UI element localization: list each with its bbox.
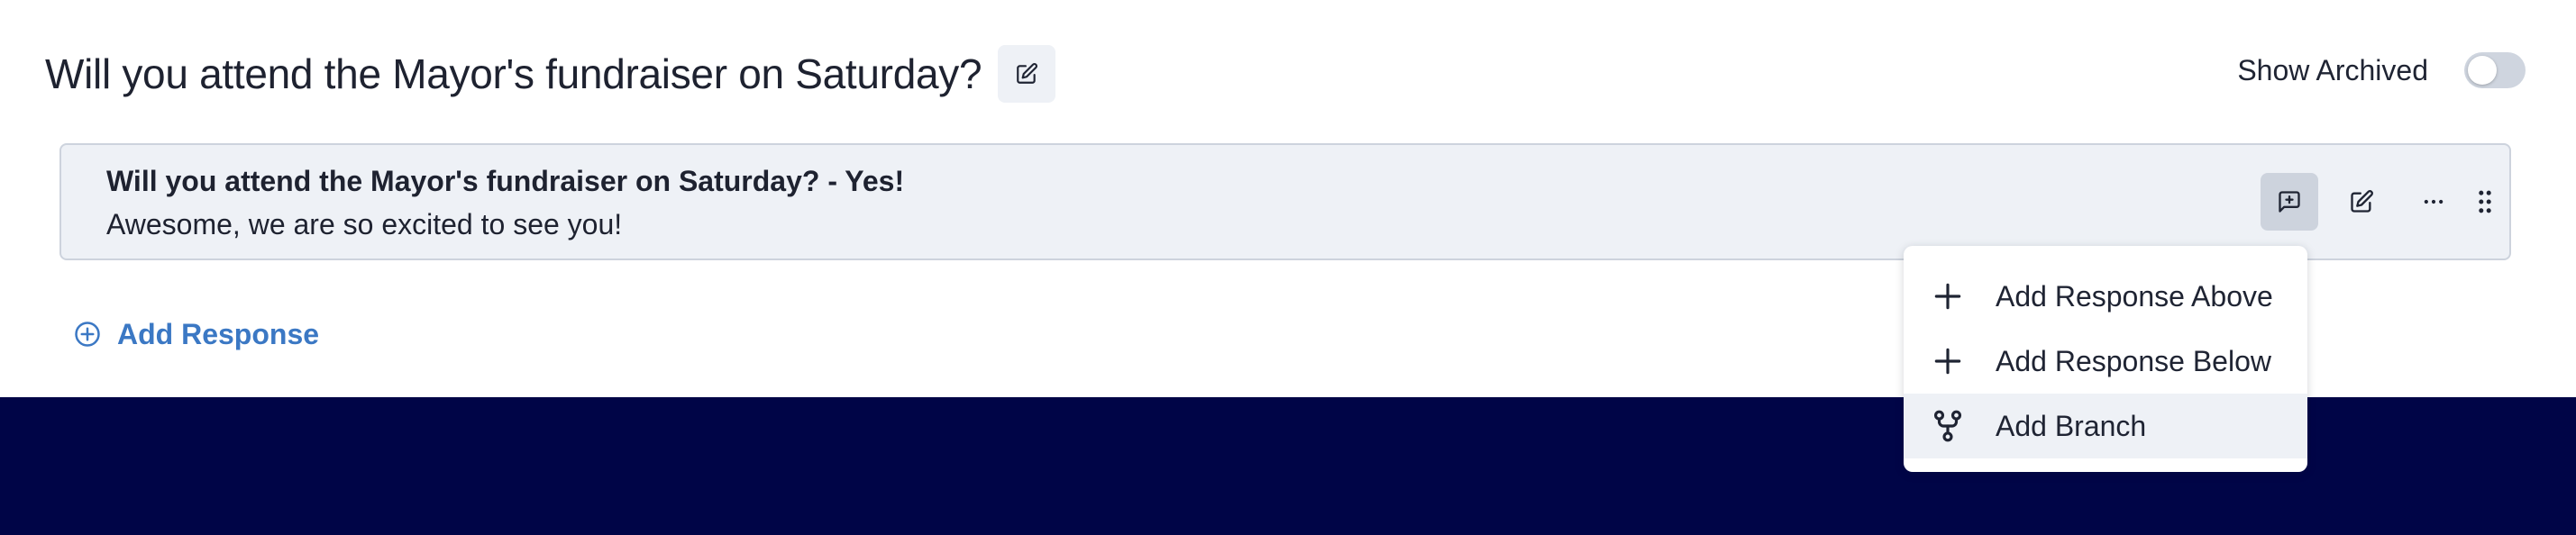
edit-title-button[interactable] (998, 45, 1056, 103)
add-response-button[interactable]: Add Response (74, 313, 319, 355)
menu-item-label: Add Branch (1996, 409, 2147, 442)
page-header: Will you attend the Mayor's fundraiser o… (45, 45, 1056, 103)
show-archived-control: Show Archived (2237, 50, 2526, 90)
add-response-dropdown-menu: Add Response Above Add Response Below Ad… (1904, 246, 2307, 472)
response-actions (2246, 172, 2509, 231)
edit-icon (1017, 63, 1038, 84)
drag-handle[interactable] (2471, 173, 2498, 231)
show-archived-toggle[interactable] (2464, 52, 2526, 88)
message-plus-icon (2279, 191, 2300, 213)
plus-circle-icon (75, 322, 100, 347)
response-title: Will you attend the Mayor's fundraiser o… (106, 165, 905, 197)
plus-icon (1934, 283, 1961, 310)
menu-item-add-response-below[interactable]: Add Response Below (1904, 329, 2307, 394)
show-archived-label: Show Archived (2237, 53, 2428, 86)
edit-icon (2351, 190, 2373, 213)
more-icon (2424, 199, 2444, 204)
drag-handle-icon (2479, 190, 2491, 213)
menu-item-add-branch[interactable]: Add Branch (1904, 394, 2307, 458)
branch-icon (1933, 410, 1962, 442)
toggle-knob (2468, 56, 2497, 85)
edit-response-button[interactable] (2333, 173, 2390, 231)
add-response-menu-button[interactable] (2261, 173, 2318, 231)
more-options-button[interactable] (2405, 173, 2462, 231)
page: Will you attend the Mayor's fundraiser o… (0, 0, 2576, 535)
menu-item-label: Add Response Above (1996, 279, 2273, 313)
menu-item-add-response-above[interactable]: Add Response Above (1904, 264, 2307, 329)
response-card[interactable]: Will you attend the Mayor's fundraiser o… (59, 143, 2511, 260)
response-body: Awesome, we are so excited to see you! (106, 208, 623, 240)
menu-item-label: Add Response Below (1996, 344, 2271, 377)
add-response-label: Add Response (117, 317, 320, 350)
plus-icon (1934, 348, 1961, 375)
page-title: Will you attend the Mayor's fundraiser o… (45, 50, 982, 97)
